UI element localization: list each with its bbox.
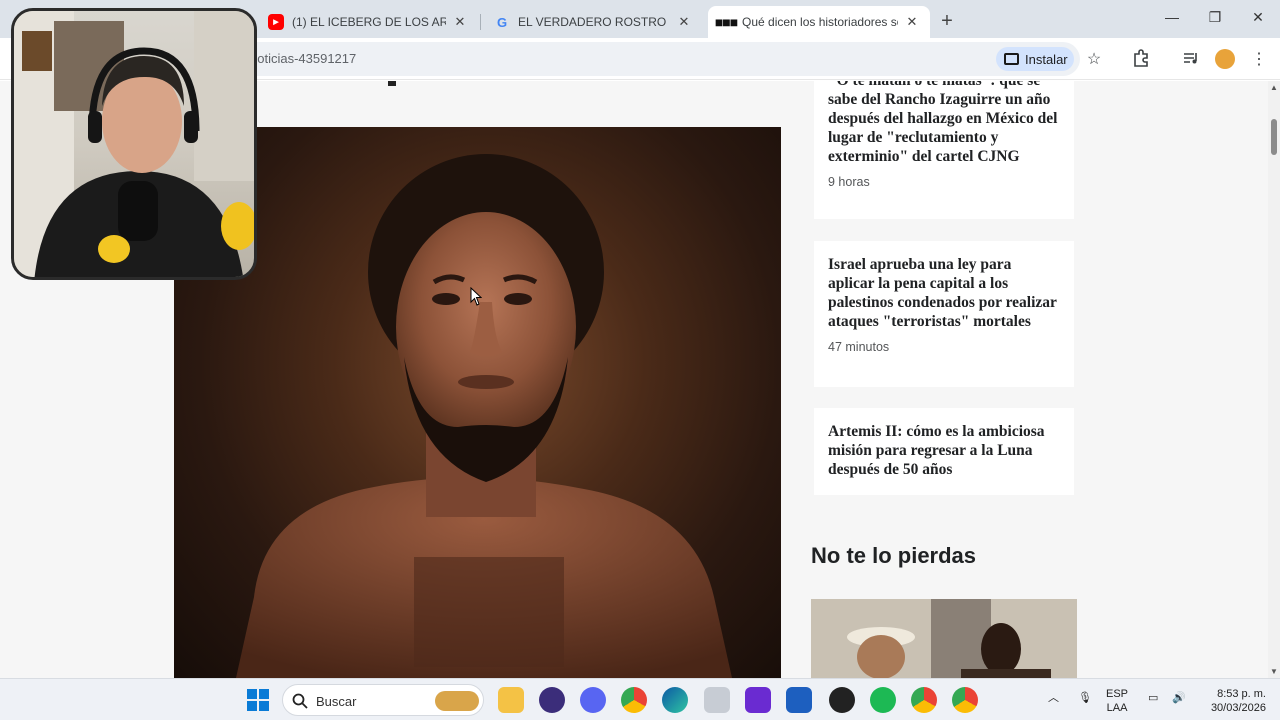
story-headline[interactable]: Israel aprueba una ley para aplicar la p… bbox=[828, 255, 1060, 331]
chrome-icon[interactable] bbox=[621, 687, 647, 713]
webcam-overlay bbox=[11, 8, 257, 280]
search-placeholder: Buscar bbox=[316, 694, 357, 709]
new-tab-icon[interactable]: + bbox=[936, 10, 958, 33]
scroll-down-icon[interactable]: ▼ bbox=[1270, 667, 1278, 676]
tab-4-active[interactable]: ■■■ Qué dicen los historiadores sobre ✕ bbox=[708, 6, 930, 38]
tab-2[interactable]: ▶ (1) EL ICEBERG DE LOS ARCHIVOS ✕ bbox=[258, 6, 478, 38]
store-icon[interactable] bbox=[786, 687, 812, 713]
story-card-1[interactable]: "O te matan o te matas": qué se sabe del… bbox=[814, 81, 1074, 219]
search-highlight-icon bbox=[435, 691, 479, 711]
menu-kebab-icon[interactable]: ⋮ bbox=[1248, 49, 1270, 71]
recommended-thumbnail[interactable] bbox=[811, 599, 1077, 678]
section-title: No te lo pierdas bbox=[811, 543, 977, 568]
profile-avatar-icon[interactable] bbox=[1214, 49, 1236, 71]
tab-4-title: Qué dicen los historiadores sobre bbox=[742, 15, 898, 29]
site-dots-icon: ■■■ bbox=[714, 14, 738, 30]
clock-time: 8:53 p. m. bbox=[1217, 688, 1266, 700]
google-icon: G bbox=[496, 14, 508, 30]
heading-glyph-fragment bbox=[388, 81, 396, 86]
extensions-icon[interactable] bbox=[1130, 49, 1152, 71]
chrome-profile-icon[interactable] bbox=[911, 687, 937, 713]
language-indicator[interactable]: ESP LAA bbox=[1106, 687, 1128, 715]
clipchamp-icon[interactable] bbox=[745, 687, 771, 713]
mouse-cursor-icon bbox=[470, 287, 482, 306]
story-card-3[interactable]: Artemis II: cómo es la ambiciosa misión … bbox=[814, 408, 1074, 495]
tab-3-title: EL VERDADERO ROSTRO DE JESÚS bbox=[518, 15, 670, 29]
volume-icon[interactable]: 🔊 bbox=[1172, 691, 1186, 705]
url-text[interactable]: noticias-43591217 bbox=[250, 51, 356, 66]
window-close-icon[interactable]: ✕ bbox=[1246, 9, 1270, 26]
install-label: Instalar bbox=[1025, 51, 1068, 67]
media-queue-icon[interactable] bbox=[1180, 49, 1202, 71]
file-explorer-icon[interactable] bbox=[498, 687, 524, 713]
minimize-icon[interactable]: — bbox=[1160, 9, 1184, 25]
windows-taskbar: Buscar ︿ 🎙 ESP LAA ▭ 🔊 8:53 p. m. 30/03/… bbox=[0, 678, 1280, 720]
edge-icon[interactable] bbox=[662, 687, 688, 713]
scroll-thumb[interactable] bbox=[1271, 119, 1277, 155]
microphone-icon[interactable]: 🎙 bbox=[1078, 691, 1092, 705]
discord-icon[interactable] bbox=[580, 687, 606, 713]
tab-2-title: (1) EL ICEBERG DE LOS ARCHIVOS bbox=[292, 15, 446, 29]
story-card-2[interactable]: Israel aprueba una ley para aplicar la p… bbox=[814, 241, 1074, 387]
story-time: 9 horas bbox=[828, 175, 870, 189]
close-icon[interactable]: ✕ bbox=[904, 14, 920, 30]
story-time: 47 minutos bbox=[828, 340, 890, 354]
lang-top: ESP bbox=[1106, 688, 1129, 700]
youtube-icon: ▶ bbox=[268, 14, 284, 30]
app-icon[interactable] bbox=[704, 687, 730, 713]
install-button[interactable]: Instalar bbox=[996, 47, 1074, 71]
bookmark-star-icon[interactable]: ☆ bbox=[1083, 49, 1105, 71]
lang-bottom: LAA bbox=[1106, 702, 1128, 714]
scroll-up-icon[interactable]: ▲ bbox=[1270, 83, 1278, 92]
windows-start-icon[interactable] bbox=[245, 687, 271, 713]
clock-date: 30/03/2026 bbox=[1210, 702, 1266, 714]
close-icon[interactable]: ✕ bbox=[676, 14, 692, 30]
close-icon[interactable]: ✕ bbox=[452, 14, 468, 30]
tab-3[interactable]: G EL VERDADERO ROSTRO DE JESÚS ✕ bbox=[484, 6, 702, 38]
story-headline[interactable]: Artemis II: cómo es la ambiciosa misión … bbox=[828, 422, 1060, 479]
tab-divider bbox=[480, 14, 481, 30]
restore-icon[interactable]: ❐ bbox=[1203, 9, 1227, 26]
story-headline[interactable]: "O te matan o te matas": qué se sabe del… bbox=[828, 81, 1060, 166]
clock[interactable]: 8:53 p. m. 30/03/2026 bbox=[1200, 687, 1266, 715]
page-scrollbar[interactable]: ▲ ▼ bbox=[1268, 81, 1280, 678]
article-image-reconstructed-face bbox=[174, 127, 781, 678]
obs-app-icon[interactable] bbox=[539, 687, 565, 713]
install-app-icon bbox=[1004, 53, 1019, 65]
chrome-profile-2-icon[interactable] bbox=[952, 687, 978, 713]
spotify-icon[interactable] bbox=[870, 687, 896, 713]
search-icon bbox=[292, 693, 308, 709]
tray-chevron-up-icon[interactable]: ︿ bbox=[1048, 691, 1059, 705]
network-icon[interactable]: ▭ bbox=[1148, 691, 1158, 705]
taskbar-search-box[interactable]: Buscar bbox=[282, 684, 484, 716]
capcut-icon[interactable] bbox=[829, 687, 855, 713]
